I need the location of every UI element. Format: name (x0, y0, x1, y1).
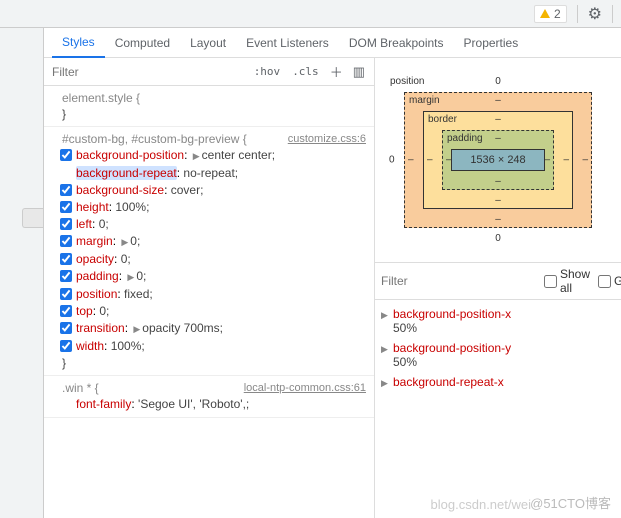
hov-toggle[interactable]: :hov (248, 65, 287, 78)
css-property[interactable]: transition (76, 321, 125, 335)
css-declaration[interactable]: height: 100%; (62, 199, 366, 216)
css-property[interactable]: margin (76, 234, 113, 248)
property-toggle-checkbox[interactable] (60, 253, 72, 265)
tab-properties[interactable]: Properties (454, 28, 529, 58)
css-value[interactable]: fixed; (124, 287, 153, 301)
css-property[interactable]: height (76, 200, 109, 214)
border-label: border (428, 114, 457, 125)
css-value[interactable]: 0; (99, 217, 109, 231)
css-declaration[interactable]: font-family: 'Segoe UI', 'Roboto',; (62, 396, 366, 413)
css-property[interactable]: background-position (76, 148, 184, 162)
margin-label: margin (409, 95, 440, 106)
selector[interactable]: .win * { (62, 381, 99, 395)
computed-property[interactable]: ▶background-position-y50% (375, 338, 621, 372)
css-declaration[interactable]: left: 0; (62, 216, 366, 233)
property-toggle-checkbox[interactable] (60, 288, 72, 300)
expand-icon[interactable]: ▶ (131, 324, 142, 334)
warnings-badge[interactable]: 2 (534, 5, 567, 23)
warning-icon (540, 9, 550, 18)
css-property[interactable]: background-size (76, 183, 164, 197)
css-property[interactable]: left (76, 217, 92, 231)
css-property[interactable]: opacity (76, 252, 114, 266)
property-toggle-checkbox[interactable] (60, 305, 72, 317)
source-link[interactable]: local-ntp-common.css:61 (244, 380, 366, 396)
property-toggle-checkbox[interactable] (60, 322, 72, 334)
computed-filter-input[interactable] (381, 274, 536, 288)
css-value[interactable]: center center; (202, 148, 275, 162)
css-declaration[interactable]: margin: ▶0; (62, 233, 366, 251)
computed-sidebar: position 0 0 0 margin ‒ ‒ ‒ ‒ (375, 58, 621, 518)
expand-icon[interactable]: ▶ (381, 378, 388, 389)
property-toggle-checkbox[interactable] (60, 270, 72, 282)
css-value[interactable]: 100%; (115, 200, 149, 214)
expand-icon[interactable]: ▶ (381, 310, 388, 321)
source-link[interactable]: customize.css:6 (288, 131, 366, 147)
css-value[interactable]: 0; (121, 252, 131, 266)
css-property[interactable]: font-family (76, 397, 131, 411)
css-property[interactable]: top (76, 304, 93, 318)
padding-label: padding (447, 133, 483, 144)
css-property[interactable]: width (76, 339, 104, 353)
selector[interactable]: element.style { (62, 91, 140, 105)
computed-property[interactable]: ▶background-position-x50% (375, 304, 621, 338)
css-value[interactable]: 100%; (111, 339, 145, 353)
styles-pane: :hov .cls ＋ ▥ element.style {}customize.… (44, 58, 375, 518)
divider (612, 5, 613, 23)
selector[interactable]: #custom-bg, #custom-bg-preview { (62, 132, 247, 146)
property-toggle-checkbox[interactable] (60, 149, 72, 161)
expand-icon[interactable]: ▶ (381, 344, 388, 355)
toggle-panel-icon[interactable]: ▥ (348, 64, 370, 80)
css-value[interactable]: 0; (136, 269, 146, 283)
property-toggle-checkbox[interactable] (60, 184, 72, 196)
css-value[interactable]: 0; (99, 304, 109, 318)
css-declaration[interactable]: opacity: 0; (62, 251, 366, 268)
styles-filter-input[interactable] (48, 61, 248, 83)
tab-styles[interactable]: Styles (52, 28, 105, 58)
collapsed-panel-tab[interactable] (22, 208, 43, 228)
css-declaration[interactable]: top: 0; (62, 303, 366, 320)
css-rule: customize.css:6 #custom-bg, #custom-bg-pr… (44, 127, 374, 376)
group-checkbox[interactable]: Gr (598, 274, 621, 288)
css-value[interactable]: opacity 700ms; (142, 321, 223, 335)
warning-count: 2 (554, 7, 561, 21)
cls-toggle[interactable]: .cls (286, 65, 325, 78)
box-model[interactable]: position 0 0 0 margin ‒ ‒ ‒ ‒ (375, 58, 621, 262)
css-declaration[interactable]: padding: ▶0; (62, 268, 366, 286)
css-value[interactable]: 0; (130, 234, 140, 248)
property-toggle-checkbox[interactable] (60, 235, 72, 247)
divider (577, 5, 578, 23)
left-gutter (0, 28, 44, 518)
computed-property[interactable]: ▶background-repeat-x (375, 372, 621, 392)
css-value[interactable]: cover; (171, 183, 204, 197)
new-style-rule-icon[interactable]: ＋ (325, 62, 348, 81)
css-rule: local-ntp-common.css:61.win * {font-fami… (44, 376, 374, 418)
css-property[interactable]: position (76, 287, 117, 301)
content-size: 1536 × 248 (451, 149, 545, 171)
tab-event-listeners[interactable]: Event Listeners (236, 28, 339, 58)
css-declaration[interactable]: transition: ▶opacity 700ms; (62, 320, 366, 338)
property-toggle-checkbox[interactable] (60, 201, 72, 213)
property-toggle-checkbox[interactable] (60, 218, 72, 230)
css-declaration[interactable]: width: 100%; (62, 338, 366, 355)
css-property[interactable]: background-repeat (76, 166, 177, 180)
css-value[interactable]: 'Segoe UI', 'Roboto',; (138, 397, 249, 411)
tab-dom-breakpoints[interactable]: DOM Breakpoints (339, 28, 454, 58)
css-value[interactable]: no-repeat; (183, 166, 238, 180)
css-declaration[interactable]: background-position: ▶center center; (62, 147, 366, 165)
position-label: position (390, 76, 424, 87)
property-toggle-checkbox[interactable] (60, 340, 72, 352)
css-declaration[interactable]: background-repeat: no-repeat; (62, 165, 366, 182)
show-all-checkbox[interactable]: Show all (544, 267, 590, 295)
css-declaration[interactable]: position: fixed; (62, 286, 366, 303)
gear-icon[interactable]: ⚙ (588, 4, 602, 24)
expand-icon[interactable]: ▶ (119, 237, 130, 247)
devtools-tabs: StylesComputedLayoutEvent ListenersDOM B… (44, 28, 621, 58)
expand-icon[interactable]: ▶ (125, 272, 136, 282)
css-property[interactable]: padding (76, 269, 119, 283)
tab-computed[interactable]: Computed (105, 28, 180, 58)
tab-layout[interactable]: Layout (180, 28, 236, 58)
expand-icon[interactable]: ▶ (191, 151, 202, 161)
css-declaration[interactable]: background-size: cover; (62, 182, 366, 199)
css-rule: element.style {} (44, 86, 374, 127)
